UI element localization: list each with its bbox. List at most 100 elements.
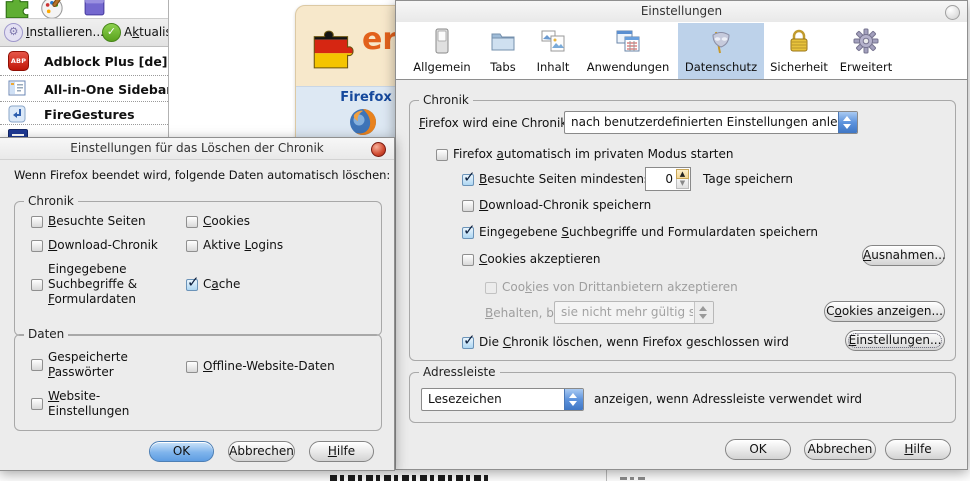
tab-allgemein[interactable]: Allgemein — [408, 23, 476, 79]
active-logins-label[interactable]: Aktive Logins — [203, 238, 283, 253]
offline-data-checkbox[interactable] — [186, 361, 198, 373]
site-preferences-label[interactable]: Website- Einstellungen — [48, 389, 129, 419]
tab-sicherheit[interactable]: Sicherheit — [768, 23, 830, 79]
cache-label[interactable]: Cache — [203, 277, 240, 292]
site-preferences-checkbox[interactable] — [31, 398, 43, 410]
keep-until-dropdown[interactable]: sie nicht mehr gültig sind — [554, 301, 714, 324]
padlock-icon — [786, 28, 812, 57]
tab-erweitert[interactable]: Erweitert — [836, 23, 896, 79]
addressbar-dropdown[interactable]: Lesezeichen — [421, 388, 584, 411]
tab-label: Anwendungen — [587, 60, 669, 74]
visited-pages-label[interactable]: Besuchte Seiten mindestens — [479, 172, 650, 187]
clear-settings-button[interactable]: Einstellungen... — [845, 330, 945, 351]
settings-dialog-title: Einstellungen — [641, 4, 722, 18]
tab-label: Allgemein — [413, 60, 470, 74]
visited-pages-label[interactable]: Besuchte Seiten — [48, 214, 146, 229]
tab-label: Tabs — [490, 60, 515, 74]
clipped-page-text-2 — [620, 477, 646, 480]
cancel-button[interactable]: Abbrechen — [804, 439, 876, 460]
window-button[interactable] — [945, 5, 960, 20]
tab-inhalt[interactable]: Inhalt — [528, 23, 578, 79]
clear-on-close-checkbox[interactable] — [462, 337, 474, 349]
list-item[interactable]: All-in-One Sidebar [de — [44, 82, 169, 97]
close-button[interactable] — [371, 142, 386, 157]
update-check-icon: ✓ — [102, 23, 121, 42]
spinner-up-icon[interactable]: ▲ — [676, 169, 689, 179]
app-windows-icon — [615, 28, 641, 57]
download-history-checkbox[interactable] — [31, 240, 43, 252]
adblock-abp-icon: ABP — [8, 51, 29, 71]
spinner-down-icon[interactable]: ▼ — [676, 179, 689, 189]
accept-cookies-label[interactable]: Cookies akzeptieren — [479, 252, 601, 267]
form-data-label[interactable]: Eingegebene Suchbegriffe & Formulardaten — [48, 262, 137, 307]
dropdown-value: Lesezeichen — [428, 392, 563, 406]
addon-icon-partial — [8, 129, 28, 137]
gesture-arrow-icon — [8, 105, 26, 126]
active-logins-checkbox[interactable] — [186, 240, 198, 252]
exceptions-button[interactable]: Ausnahmen... — [862, 245, 945, 266]
addressbar-suffix-label: anzeigen, wenn Adressleiste verwendet wi… — [594, 392, 862, 407]
clear-history-dialog: Einstellungen für das Löschen der Chroni… — [0, 137, 395, 471]
download-history-label[interactable]: Download-Chronik — [48, 238, 158, 253]
german-flag-puzzle-icon — [308, 22, 358, 75]
clear-history-titlebar[interactable]: Einstellungen für das Löschen der Chroni… — [0, 138, 394, 160]
ok-button[interactable]: OK — [149, 441, 214, 462]
page-divider-line — [606, 470, 607, 481]
addon-title-fragment: er — [362, 22, 397, 57]
tab-tabs[interactable]: Tabs — [482, 23, 524, 79]
days-value: 0 — [665, 172, 673, 186]
plugins-icon[interactable] — [82, 0, 107, 20]
help-button[interactable]: Hilfe — [309, 441, 374, 462]
tab-label: Erweitert — [840, 60, 893, 74]
folder-icon — [490, 28, 516, 57]
sidebar-icon — [8, 79, 26, 100]
light-switch-icon — [429, 28, 455, 57]
dialog-description: Wenn Firefox beendet wird, folgende Date… — [14, 168, 390, 183]
saved-passwords-label[interactable]: Gespeicherte Passwörter — [48, 350, 128, 380]
list-item[interactable]: Adblock Plus [de] — [44, 54, 168, 69]
history-group-label: Chronik — [24, 194, 78, 208]
cancel-button[interactable]: Abbrechen — [228, 441, 295, 462]
help-button[interactable]: Hilfe — [885, 439, 951, 460]
update-button[interactable]: Aktualisi — [124, 25, 169, 40]
cookies-checkbox[interactable] — [186, 216, 198, 228]
clear-on-close-label[interactable]: Die Chronik löschen, wenn Firefox geschl… — [479, 335, 789, 350]
tab-anwendungen[interactable]: Anwendungen — [582, 23, 674, 79]
dropdown-arrows-icon — [694, 302, 713, 323]
firefox-logo-icon — [348, 107, 378, 140]
cache-checkbox[interactable] — [186, 279, 198, 291]
history-mode-label: Firefox wird eine Chronik: — [419, 116, 571, 131]
form-data-checkbox[interactable] — [462, 227, 474, 239]
clear-history-dialog-title: Einstellungen für das Löschen der Chroni… — [70, 141, 323, 155]
accept-cookies-checkbox[interactable] — [462, 254, 474, 266]
addressbar-group-label: Adressleiste — [419, 365, 500, 379]
settings-titlebar[interactable]: Einstellungen — [396, 1, 967, 23]
tab-datenschutz[interactable]: Datenschutz — [678, 23, 764, 79]
private-mode-checkbox[interactable] — [436, 149, 448, 161]
third-party-cookies-checkbox[interactable] — [485, 282, 497, 294]
tab-label: Sicherheit — [770, 60, 828, 74]
data-group-label: Daten — [24, 327, 68, 341]
show-cookies-button[interactable]: Cookies anzeigen... — [824, 301, 945, 322]
install-button[interactable]: Installieren... — [26, 25, 104, 40]
download-history-label[interactable]: Download-Chronik speichern — [479, 198, 651, 213]
visited-pages-checkbox[interactable] — [31, 216, 43, 228]
images-icon — [540, 28, 566, 57]
dropdown-arrows-icon — [564, 389, 583, 410]
list-item[interactable]: FireGestures — [44, 107, 135, 122]
row-divider — [0, 75, 168, 76]
download-history-checkbox[interactable] — [462, 200, 474, 212]
visited-pages-checkbox[interactable] — [462, 174, 474, 186]
form-data-label[interactable]: Eingegebene Suchbegriffe und Formulardat… — [479, 225, 818, 240]
saved-passwords-checkbox[interactable] — [31, 359, 43, 371]
ok-button[interactable]: OK — [725, 439, 791, 460]
dropdown-arrows-icon — [838, 112, 857, 133]
install-gear-icon: ⚙ — [4, 23, 23, 42]
offline-data-label[interactable]: Offline-Website-Daten — [203, 359, 335, 374]
private-mode-label[interactable]: Firefox automatisch im privaten Modus st… — [453, 147, 734, 162]
days-number-input[interactable]: 0 ▲ ▼ — [645, 167, 691, 191]
cookies-label[interactable]: Cookies — [203, 214, 250, 229]
form-data-checkbox[interactable] — [31, 279, 43, 291]
clipped-page-text — [330, 475, 492, 481]
history-mode-dropdown[interactable]: nach benutzerdefinierten Einstellungen a… — [564, 111, 858, 134]
